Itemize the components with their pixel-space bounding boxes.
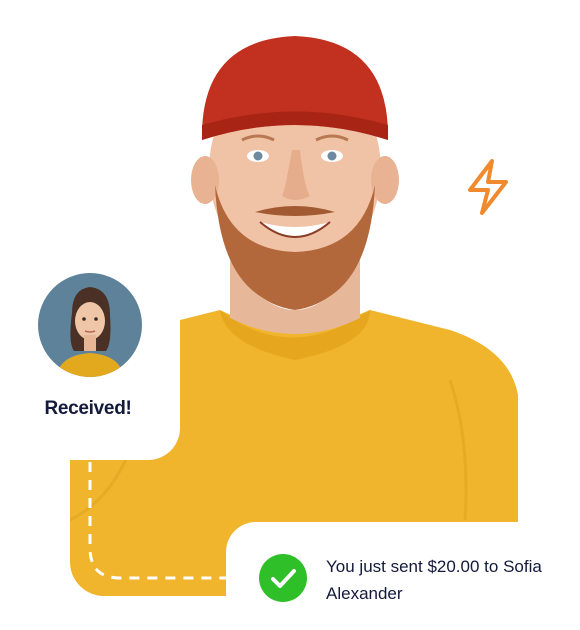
received-label: Received! — [44, 398, 132, 419]
checkmark-icon — [259, 554, 307, 602]
notification-message: You just sent $20.00 to Sofia Alexander — [326, 557, 542, 603]
woman-avatar — [38, 273, 142, 377]
lightning-bolt-icon — [462, 158, 514, 216]
